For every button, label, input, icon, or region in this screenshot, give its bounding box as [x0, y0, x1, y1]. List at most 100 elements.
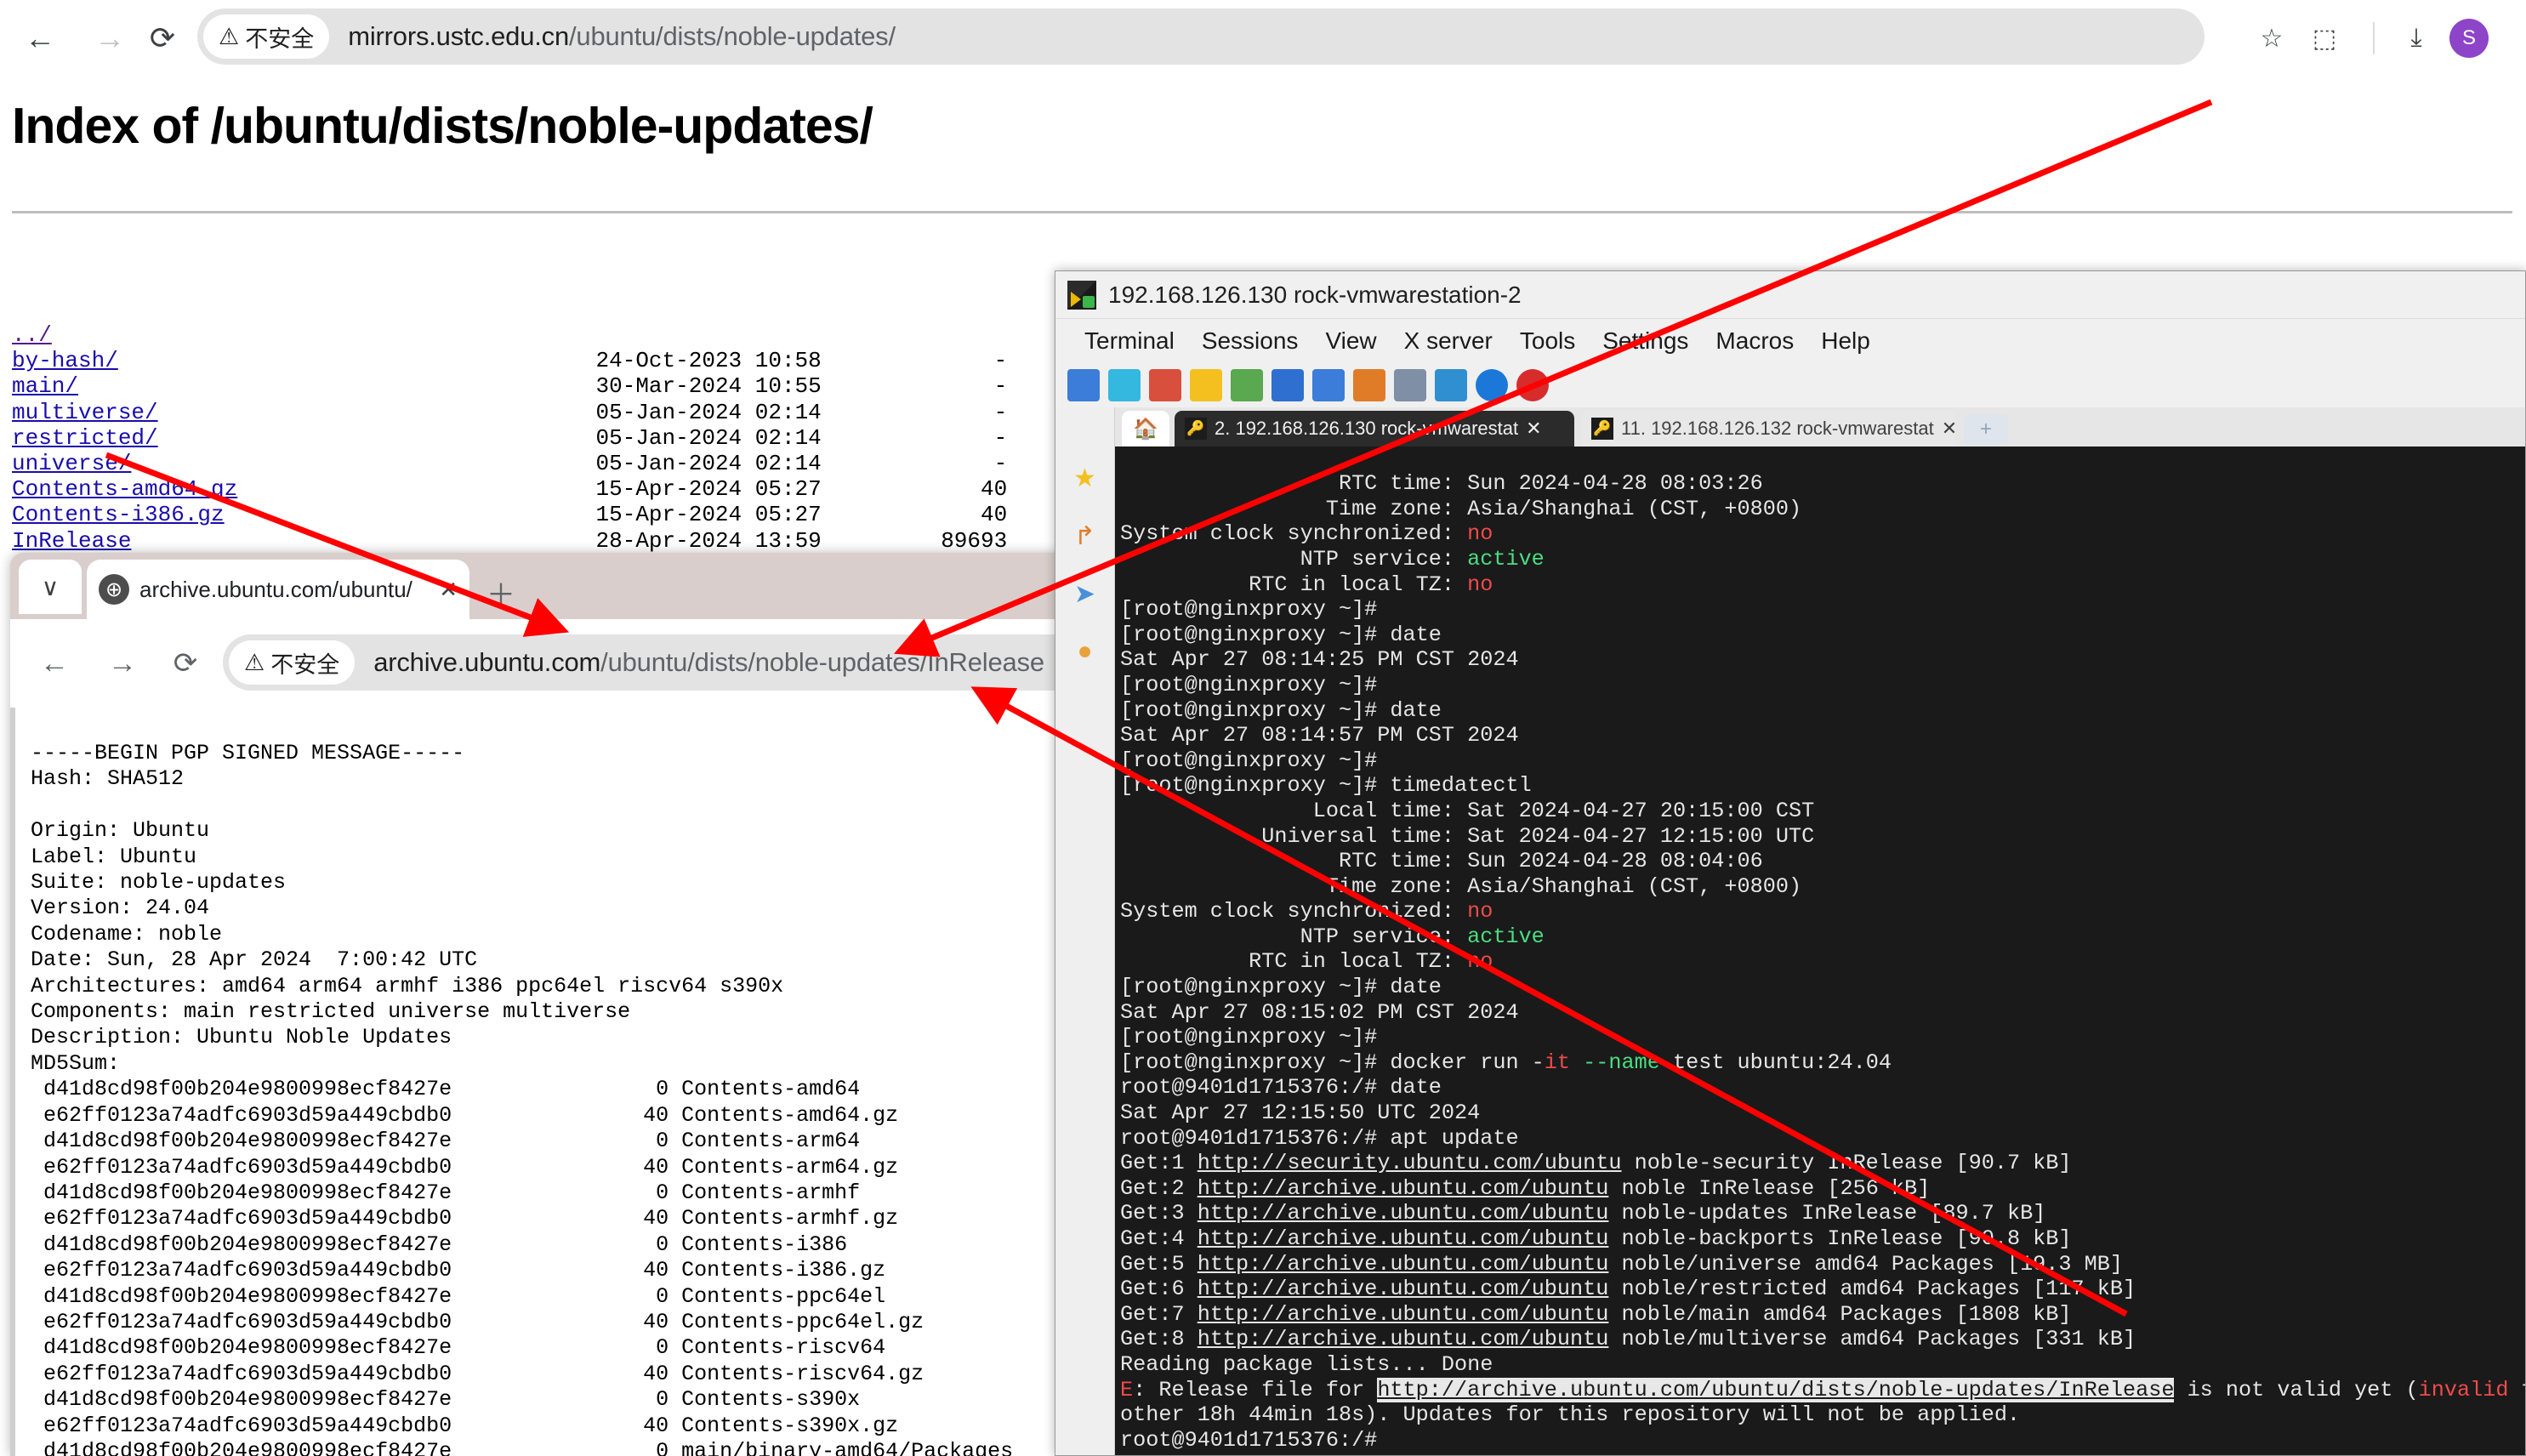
terminal-text-segment: root@9401d1715376:/# date [1120, 1075, 1442, 1100]
url-display-2: archive.ubuntu.com/ubuntu/dists/noble-up… [373, 647, 1044, 678]
terminal-text-segment: [root@nginxproxy ~]# [1120, 673, 1377, 697]
terminal-text-segment: Get:5 [1120, 1252, 1198, 1277]
favorites-star-icon[interactable]: ★ [1067, 460, 1103, 496]
terminal-text-segment: Sat Apr 27 08:14:57 PM CST 2024 [1120, 723, 1519, 748]
directory-entry-link[interactable]: ../ [12, 322, 52, 348]
sidebar: ★ ↱ ➤ ● [1055, 407, 1115, 1455]
close-icon[interactable]: ✕ [1526, 418, 1541, 440]
reload-button-2[interactable]: ⟳ [163, 641, 208, 685]
address-bar-2[interactable]: ⚠ 不安全 archive.ubuntu.com/ubuntu/dists/no… [223, 634, 1067, 691]
games-icon[interactable] [1231, 369, 1263, 401]
menu-item-settings[interactable]: Settings [1589, 327, 1702, 355]
terminal-text-segment: Time zone: Asia/Shanghai (CST, +0800) [1120, 497, 1801, 521]
download-icon[interactable]: ⤓ [2390, 17, 2443, 60]
menu-item-macros[interactable]: Macros [1702, 327, 1807, 355]
terminal-pane[interactable]: RTC time: Sun 2024-04-28 08:03:26 Time z… [1115, 446, 2525, 1455]
session-icon[interactable] [1067, 369, 1100, 401]
directory-entry-link[interactable]: multiverse/ [12, 400, 158, 425]
terminal-text-segment: [root@nginxproxy ~]# date [1120, 975, 1442, 999]
terminal-text-segment: it [1545, 1050, 1570, 1075]
toolbar-actions: ☆ ⬚ [2245, 17, 2351, 60]
terminal-text-segment: RTC time: Sun 2024-04-28 08:04:06 [1120, 849, 1763, 873]
plus-icon: + [1980, 418, 1992, 441]
tab-search-button[interactable]: ∨ [19, 560, 82, 614]
settings-icon[interactable] [1435, 369, 1467, 401]
url-display: mirrors.ustc.edu.cn/ubuntu/dists/noble-u… [348, 21, 896, 52]
bookmark-star-icon[interactable]: ☆ [2245, 17, 2298, 60]
tools-icon[interactable] [1149, 369, 1181, 401]
new-tab-button[interactable]: ＋ [486, 572, 515, 613]
reload-button[interactable]: ⟳ [141, 17, 184, 60]
menu-item-x-server[interactable]: X server [1391, 327, 1506, 355]
home-icon: 🏠 [1133, 417, 1158, 441]
terminal-text-segment: Get:3 [1120, 1201, 1198, 1226]
servers-icon[interactable] [1108, 369, 1141, 401]
multiexec-icon[interactable] [1353, 369, 1385, 401]
exit-icon[interactable] [1516, 369, 1549, 401]
address-bar[interactable]: ⚠ 不安全 mirrors.ustc.edu.cn/ubuntu/dists/n… [197, 9, 2205, 65]
forward-button-2[interactable]: → [100, 641, 145, 685]
browser-toolbar-secondary: ← → ⟳ ⚠ 不安全 archive.ubuntu.com/ubuntu/di… [10, 619, 1067, 708]
tab-strip: ∨ ⊕ archive.ubuntu.com/ubuntu/ ✕ ＋ [10, 553, 1067, 619]
directory-entry-link[interactable]: Contents-amd64.gz [12, 476, 237, 502]
directory-entry-link[interactable]: universe/ [12, 451, 131, 476]
terminal-text-segment: http://archive.ubuntu.com/ubuntu [1198, 1327, 1609, 1351]
security-status-chip[interactable]: ⚠ 不安全 [203, 14, 329, 59]
globe-icon[interactable]: ● [1067, 634, 1103, 669]
extensions-icon[interactable]: ⬚ [2298, 17, 2351, 60]
terminal-text-segment: [root@nginxproxy ~]# [1120, 1025, 1377, 1049]
directory-entry-meta: 30-Mar-2024 10:55 - [78, 373, 1007, 399]
terminal-text-segment: Time zone: Asia/Shanghai (CST, +0800) [1120, 874, 1801, 899]
add-session-tab-button[interactable]: + [1964, 414, 2008, 445]
directory-entry-link[interactable]: Contents-i386.gz [12, 502, 225, 527]
terminal-text-segment: active [1467, 547, 1545, 572]
help-icon[interactable] [1476, 369, 1508, 401]
terminal-text-segment: NTP service: [1120, 547, 1467, 572]
terminal-text-segment: noble-backports InRelease [90.8 kB] [1608, 1226, 2071, 1251]
sftp-upload-icon[interactable]: ↱ [1067, 518, 1103, 554]
sessions-icon[interactable] [1272, 369, 1304, 401]
home-tab[interactable]: 🏠 [1122, 411, 1169, 446]
terminal-text-segment: Get:6 [1120, 1277, 1198, 1301]
url-domain-2: archive.ubuntu.com [373, 647, 600, 677]
menu-item-help[interactable]: Help [1807, 327, 1884, 355]
back-button-2[interactable]: ← [32, 641, 77, 685]
warning-triangle-icon-2: ⚠ [244, 651, 265, 674]
avatar[interactable]: S [2443, 17, 2495, 60]
menu-item-terminal[interactable]: Terminal [1071, 327, 1188, 355]
terminal-text-segment: Sat Apr 27 12:15:50 UTC 2024 [1120, 1101, 1480, 1125]
terminal-text-segment: [root@nginxproxy ~]# [1120, 748, 1377, 773]
terminal-text-segment: [root@nginxproxy ~]# [1120, 597, 1377, 622]
terminal-text-segment: [root@nginxproxy ~]# date [1120, 623, 1442, 647]
forward-button[interactable]: → [88, 17, 131, 60]
terminal-text-segment: Sat Apr 27 08:15:02 PM CST 2024 [1120, 1000, 1519, 1025]
tunneling-icon[interactable] [1394, 369, 1426, 401]
menu-item-tools[interactable]: Tools [1506, 327, 1589, 355]
menu-item-sessions[interactable]: Sessions [1188, 327, 1312, 355]
terminal-text-segment: E [1120, 1378, 1133, 1402]
terminal-text-segment: test ubuntu:24.04 [1660, 1050, 1892, 1075]
favorites-icon[interactable] [1190, 369, 1222, 401]
browser-tab[interactable]: ⊕ archive.ubuntu.com/ubuntu/ ✕ [87, 560, 469, 619]
directory-entry-link[interactable]: restricted/ [12, 425, 158, 451]
split-icon[interactable] [1312, 369, 1345, 401]
url-path-2: /ubuntu/dists/noble-updates/InRelease [600, 647, 1044, 677]
directory-entry-link[interactable]: main/ [12, 373, 78, 399]
terminal-text-segment: noble/restricted amd64 Packages [117 kB] [1608, 1277, 2136, 1301]
close-icon-2[interactable]: ✕ [1942, 418, 1955, 440]
security-status-chip-2[interactable]: ⚠ 不安全 [229, 640, 355, 685]
back-button[interactable]: ← [19, 17, 61, 60]
menu-item-view[interactable]: View [1311, 327, 1390, 355]
terminal-text-segment: http://archive.ubuntu.com/ubuntu [1198, 1252, 1609, 1277]
directory-entry-link[interactable]: InRelease [12, 528, 131, 554]
session-tab-label-2: 11. 192.168.126.132 rock-vmwarestat [1621, 418, 1934, 440]
terminal-text-segment: --name [1583, 1050, 1660, 1075]
directory-entry-link[interactable]: by-hash/ [12, 348, 118, 373]
macros-icon[interactable]: ➤ [1067, 576, 1103, 611]
close-icon[interactable]: ✕ [439, 577, 458, 603]
session-tab-active[interactable]: 🔑 2. 192.168.126.130 rock-vmwarestat ✕ [1175, 411, 1574, 446]
terminal-text-segment: for an [2508, 1378, 2525, 1402]
terminal-text-segment: [root@nginxproxy ~]# docker run - [1120, 1050, 1545, 1075]
session-tab-inactive[interactable]: 🔑 11. 192.168.126.132 rock-vmwarestat ✕ [1581, 411, 1955, 446]
terminal-text-segment: http://archive.ubuntu.com/ubuntu [1198, 1176, 1609, 1201]
